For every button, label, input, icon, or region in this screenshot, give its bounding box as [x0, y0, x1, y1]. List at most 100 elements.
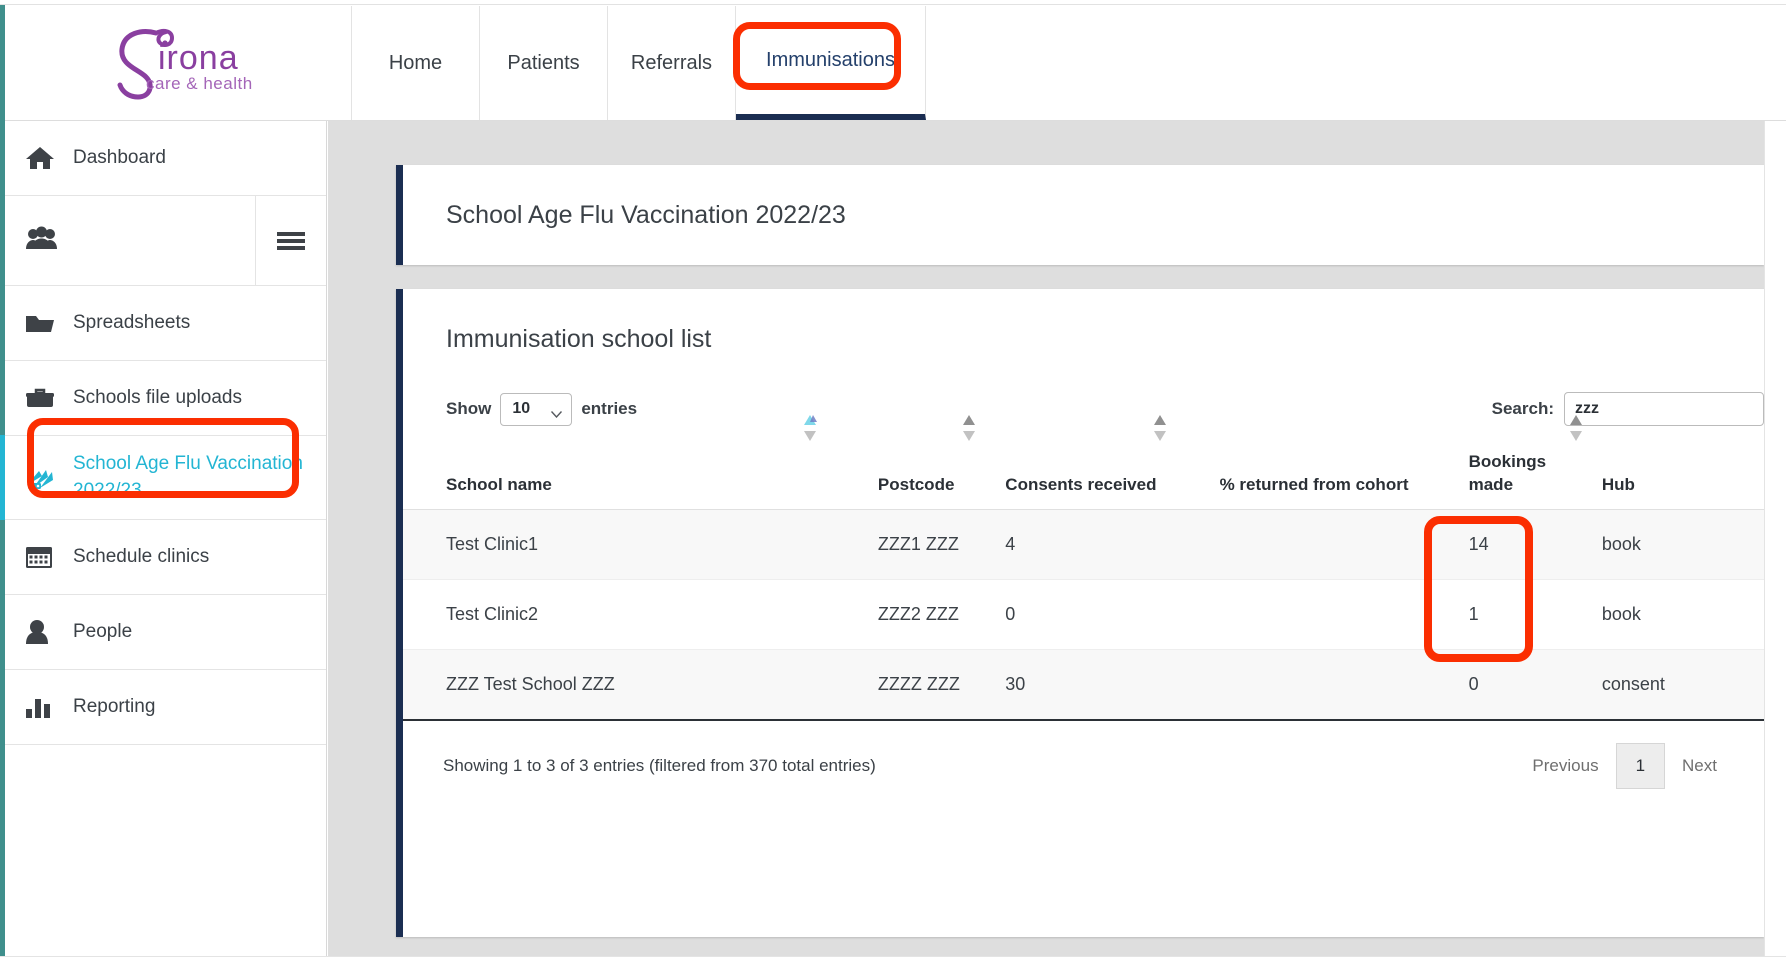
- chevron-down-icon: [551, 405, 562, 412]
- cell-school-name: Test Clinic1: [403, 509, 878, 579]
- sidebar-item-schools-file-uploads[interactable]: Schools file uploads: [5, 361, 326, 436]
- page-length-select[interactable]: 10: [500, 393, 572, 426]
- home-icon: [25, 145, 73, 171]
- person-icon: [25, 619, 73, 645]
- search-label: Search:: [1492, 399, 1554, 419]
- cell-hub-link[interactable]: consent: [1602, 649, 1764, 720]
- cell-bookings-made: 1: [1469, 579, 1602, 649]
- column-header-postcode[interactable]: Postcode: [878, 441, 1005, 509]
- column-header-percent-returned[interactable]: % returned from cohort: [1220, 441, 1469, 509]
- bar-chart-icon: [25, 695, 73, 719]
- sidebar-item-school-age-flu-vaccination[interactable]: School Age Flu Vaccination 2022/23: [5, 436, 326, 520]
- column-header-school-name[interactable]: School name: [403, 441, 878, 509]
- sidebar-item-users[interactable]: [5, 196, 256, 285]
- pagination-page-1[interactable]: 1: [1616, 743, 1665, 789]
- tab-immunisations-label: Immunisations: [766, 49, 895, 72]
- tab-patients[interactable]: Patients: [480, 6, 608, 120]
- sidebar-item-people[interactable]: People: [5, 595, 326, 670]
- cell-postcode: ZZZ2 ZZZ: [878, 579, 1005, 649]
- cell-percent-returned: [1220, 509, 1469, 579]
- sidebar-item-schools-file-uploads-label: Schools file uploads: [73, 385, 256, 412]
- column-header-postcode-label: Postcode: [878, 475, 955, 494]
- sidebar-item-schedule-clinics[interactable]: Schedule clinics: [5, 520, 326, 595]
- column-header-consents-received-label: Consents received: [1005, 475, 1156, 494]
- table-row[interactable]: ZZZ Test School ZZZ ZZZZ ZZZ 30 0 consen…: [403, 649, 1764, 720]
- cell-consents-received: 4: [1005, 509, 1219, 579]
- app-header: irona care & health Home Patients Referr…: [5, 6, 1786, 121]
- app-root: irona care & health Home Patients Referr…: [0, 0, 1786, 962]
- cell-consents-received: 0: [1005, 579, 1219, 649]
- tab-referrals[interactable]: Referrals: [608, 6, 736, 120]
- cell-consents-received: 30: [1005, 649, 1219, 720]
- search-input[interactable]: [1564, 392, 1764, 426]
- table-info: Showing 1 to 3 of 3 entries (filtered fr…: [443, 756, 876, 776]
- column-header-percent-returned-label: % returned from cohort: [1220, 475, 1409, 494]
- search-control: Search:: [1492, 392, 1764, 426]
- cell-postcode: ZZZ1 ZZZ: [878, 509, 1005, 579]
- column-header-school-name-label: School name: [446, 475, 552, 494]
- brand-logo[interactable]: irona care & health: [5, 6, 352, 120]
- scrollbar-track[interactable]: [1764, 121, 1786, 962]
- pagination-previous[interactable]: Previous: [1515, 743, 1615, 789]
- section-title: Immunisation school list: [403, 325, 1764, 354]
- cell-postcode: ZZZZ ZZZ: [878, 649, 1005, 720]
- primary-nav: Home Patients Referrals Immunisations: [352, 6, 926, 120]
- sidebar-item-reporting[interactable]: Reporting: [5, 670, 326, 745]
- folder-icon: [25, 311, 73, 335]
- sidebar-item-school-age-flu-vaccination-label: School Age Flu Vaccination 2022/23: [73, 451, 326, 504]
- table-row[interactable]: Test Clinic1 ZZZ1 ZZZ 4 14 book: [403, 509, 1764, 579]
- sidebar-item-reporting-label: Reporting: [73, 694, 169, 721]
- sirona-logo-mark: irona care & health: [98, 19, 258, 107]
- immunisation-school-list-card: Immunisation school list Show 10 entries: [396, 289, 1764, 937]
- briefcase-icon: [25, 386, 73, 410]
- sidebar-item-spreadsheets-label: Spreadsheets: [73, 310, 204, 337]
- cell-percent-returned: [1220, 579, 1469, 649]
- svg-text:care & health: care & health: [146, 74, 253, 93]
- users-icon: [25, 226, 59, 255]
- cell-school-name: ZZZ Test School ZZZ: [403, 649, 878, 720]
- sidebar-item-schedule-clinics-label: Schedule clinics: [73, 544, 223, 571]
- tab-immunisations[interactable]: Immunisations: [736, 6, 926, 120]
- cell-hub-link[interactable]: book: [1602, 579, 1764, 649]
- cell-percent-returned: [1220, 649, 1469, 720]
- table-body: Test Clinic1 ZZZ1 ZZZ 4 14 book Test Cli…: [403, 509, 1764, 720]
- sidebar-item-dashboard-label: Dashboard: [73, 145, 180, 172]
- column-header-hub[interactable]: Hub: [1602, 441, 1764, 509]
- window-bottom-edge: [0, 956, 1786, 962]
- pagination-next[interactable]: Next: [1665, 743, 1734, 789]
- sidebar-item-dashboard[interactable]: Dashboard: [5, 121, 326, 196]
- immunisation-school-table: School name Postcode: [403, 441, 1764, 721]
- table-controls: Show 10 entries Search:: [403, 354, 1764, 426]
- pagination: Previous 1 Next: [1515, 743, 1734, 789]
- column-header-consents-received[interactable]: Consents received: [1005, 441, 1219, 509]
- entries-label: entries: [581, 399, 637, 419]
- column-header-bookings-made[interactable]: Bookings made: [1469, 441, 1602, 509]
- column-header-hub-label: Hub: [1602, 475, 1635, 494]
- show-label: Show: [446, 399, 491, 419]
- sort-none-icon: [1569, 413, 1583, 443]
- cell-bookings-made: 0: [1469, 649, 1602, 720]
- page-title: School Age Flu Vaccination 2022/23: [403, 201, 846, 230]
- sidebar-item-users-row: [5, 196, 326, 286]
- tab-home[interactable]: Home: [352, 6, 480, 120]
- table-footer: Showing 1 to 3 of 3 entries (filtered fr…: [403, 721, 1764, 789]
- sidebar-item-spreadsheets[interactable]: Spreadsheets: [5, 286, 326, 361]
- tab-home-label: Home: [389, 52, 442, 75]
- sort-none-icon: [1153, 413, 1167, 443]
- table-row[interactable]: Test Clinic2 ZZZ2 ZZZ 0 1 book: [403, 579, 1764, 649]
- cell-school-name: Test Clinic2: [403, 579, 878, 649]
- sort-ascending-icon: [803, 413, 817, 443]
- calendar-icon: [25, 544, 73, 570]
- tab-referrals-label: Referrals: [631, 52, 712, 75]
- column-header-bookings-made-label: Bookings made: [1469, 452, 1546, 494]
- hamburger-icon[interactable]: [256, 196, 326, 285]
- svg-text:irona: irona: [158, 39, 239, 77]
- tab-patients-label: Patients: [507, 52, 579, 75]
- sidebar: Dashboard: [5, 121, 327, 962]
- window-top-edge: [0, 0, 1786, 5]
- cell-bookings-made: 14: [1469, 509, 1602, 579]
- cell-hub-link[interactable]: book: [1602, 509, 1764, 579]
- page-length-value: 10: [512, 400, 530, 418]
- sort-none-icon: [962, 413, 976, 443]
- table-header: School name Postcode: [403, 441, 1764, 509]
